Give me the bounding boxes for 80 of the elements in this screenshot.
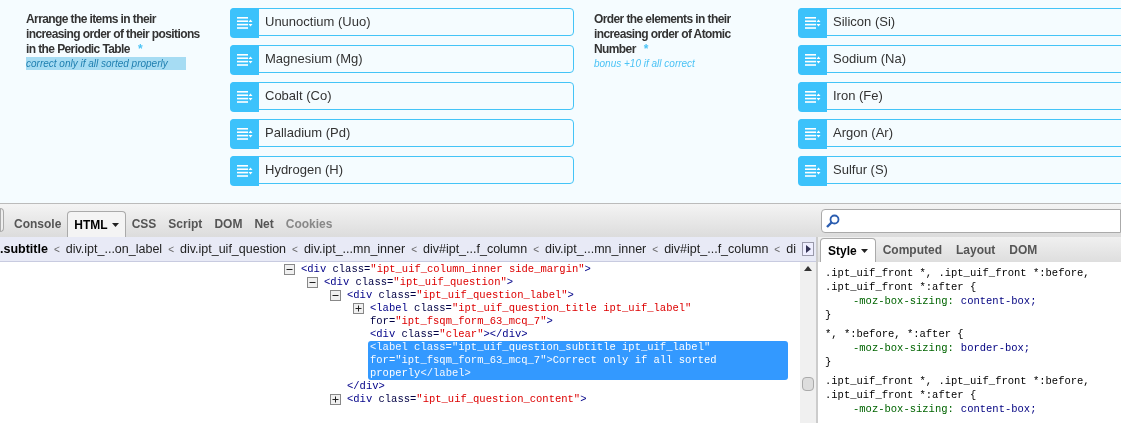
css-brace: } [825, 308, 832, 322]
question-subtitle: correct only if all sorted properly [26, 57, 186, 70]
css-value[interactable]: border-box; [960, 341, 1031, 355]
panel-tab[interactable]: Net [248, 211, 280, 237]
panel-tab[interactable]: Script [162, 211, 209, 237]
sortable-item[interactable]: Sulfur (S) [798, 156, 1121, 184]
breadcrumb-item[interactable]: div.ipt_uif_question [180, 239, 287, 259]
drag-handle-icon [236, 165, 253, 177]
panel-tab[interactable]: DOM [208, 211, 249, 237]
scroll-up-icon[interactable] [804, 266, 812, 271]
collapse-icon[interactable] [307, 277, 318, 288]
panel-tab[interactable]: CSS [125, 211, 163, 237]
html-node[interactable]: <div class="ipt_uif_question_content"> [345, 393, 765, 406]
side-panel-tab[interactable]: DOM [1002, 238, 1045, 262]
html-node[interactable]: <div class="ipt_uif_question_label"> [345, 289, 765, 302]
scrollbar-thumb[interactable] [802, 377, 814, 391]
dropdown-caret-icon [860, 248, 868, 253]
drag-handle-icon [236, 17, 253, 29]
sortable-item[interactable]: Ununoctium (Uuo) [230, 8, 574, 36]
sortable-item[interactable]: Magnesium (Mg) [230, 45, 574, 73]
drag-handle-icon [804, 128, 821, 140]
css-property[interactable]: -moz-box-sizing: [853, 294, 954, 308]
breadcrumb-separator: < [773, 242, 782, 257]
breadcrumb-item[interactable]: div.ipt_...mn_inner [303, 239, 406, 259]
question-subtitle: bonus +10 if all correct [594, 57, 696, 70]
expand-icon[interactable] [353, 303, 364, 314]
sortable-item[interactable]: Argon (Ar) [798, 119, 1121, 147]
collapse-icon[interactable] [284, 264, 295, 275]
collapse-icon[interactable] [330, 290, 341, 301]
breadcrumb-separator: < [52, 242, 61, 257]
sortable-item[interactable]: Hydrogen (H) [230, 156, 574, 184]
search-field[interactable] [821, 209, 1121, 233]
breadcrumb-item[interactable]: .subtitle [0, 239, 48, 259]
drag-handle-icon [804, 91, 821, 103]
html-node[interactable]: </div> [345, 380, 765, 393]
search-icon [826, 214, 841, 228]
css-selector: *, *:before, *:after { [825, 327, 965, 341]
drag-handle-icon [236, 128, 253, 140]
css-property[interactable]: -moz-box-sizing: [853, 402, 954, 416]
drag-handle-icon [236, 54, 253, 66]
scrollbar[interactable] [800, 262, 816, 423]
breadcrumb-item[interactable]: div#ipt_...f_column [664, 239, 769, 259]
sortable-item[interactable]: Silicon (Si) [798, 8, 1121, 36]
expand-icon[interactable] [330, 394, 341, 405]
breadcrumb-item[interactable]: di [786, 239, 796, 259]
question-title: Arrange the items in their increasing order of their positions in the Periodic Table * [26, 12, 201, 57]
drag-handle-icon [236, 91, 253, 103]
panel-tab[interactable]: HTML [67, 211, 126, 237]
breadcrumb-item[interactable]: div#ipt_...f_column [423, 239, 528, 259]
drag-handle-icon [804, 54, 821, 66]
html-node[interactable]: <div class="ipt_uif_column_inner side_margin"> [299, 263, 719, 276]
side-panel-tab[interactable]: Layout [949, 238, 1003, 262]
html-node[interactable]: <div class="clear"></div> [368, 328, 788, 341]
html-node[interactable]: <div class="ipt_uif_question"> [322, 276, 742, 289]
breadcrumb-separator: < [651, 242, 660, 257]
css-value[interactable]: content-box; [960, 402, 1037, 416]
html-node[interactable]: <label class="ipt_uif_question_title ipt_uif_label" for="ipt_fsqm_form_63_mcq_7"> [368, 302, 788, 328]
breadcrumb-separator: < [532, 242, 541, 257]
breadcrumb-item[interactable]: div.ipt_...mn_inner [545, 239, 647, 259]
side-panel-tab[interactable]: Computed [875, 238, 949, 262]
panel-tab[interactable]: Console [8, 211, 68, 237]
side-panel-tab[interactable]: Style [820, 238, 876, 262]
css-selector: .ipt_uif_front *, .ipt_uif_front *:before, .ipt_uif_front *:after { [825, 266, 1091, 294]
question-title: Order the elements in their increasing order of Atomic Number * [594, 12, 732, 57]
css-selector: .ipt_uif_front *, .ipt_uif_front *:before, .ipt_uif_front *:after { [825, 374, 1091, 402]
breadcrumb-separator: < [291, 242, 299, 257]
scroll-right-icon[interactable] [802, 242, 814, 256]
sortable-item[interactable]: Sodium (Na) [798, 45, 1121, 73]
css-value[interactable]: content-box; [960, 294, 1037, 308]
drag-handle-icon [804, 17, 821, 29]
breadcrumb-separator: < [410, 242, 418, 257]
drag-handle-icon [804, 165, 821, 177]
css-brace: } [825, 355, 832, 369]
css-property[interactable]: -moz-box-sizing: [853, 341, 954, 355]
dropdown-caret-icon [111, 222, 119, 227]
breadcrumb-item[interactable]: div.ipt_...on_label [65, 239, 163, 259]
breadcrumb-separator: < [167, 242, 175, 257]
sortable-item[interactable]: Cobalt (Co) [230, 82, 574, 110]
sortable-item[interactable]: Iron (Fe) [798, 82, 1121, 110]
sortable-item[interactable]: Palladium (Pd) [230, 119, 574, 147]
